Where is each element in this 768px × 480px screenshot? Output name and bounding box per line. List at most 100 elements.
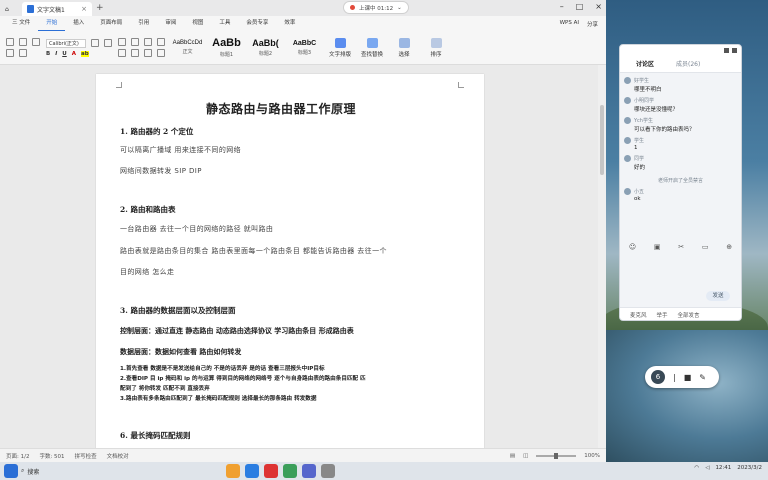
clock-time[interactable]: 12:41	[715, 465, 731, 471]
floating-badge[interactable]: 6	[651, 370, 665, 384]
sender-name: 同学	[634, 156, 645, 162]
style-heading1[interactable]: AaBb 标题1	[210, 34, 243, 62]
clear-format-icon[interactable]	[19, 49, 27, 57]
browser-icon[interactable]	[245, 464, 259, 478]
chat-app-icon[interactable]	[283, 464, 297, 478]
stop-icon[interactable]: ■	[684, 373, 692, 382]
menu-references[interactable]: 引用	[130, 16, 157, 31]
font-group: Calibri(正文) B I U A ab	[46, 38, 112, 57]
zoom-level[interactable]: 100%	[584, 453, 600, 459]
new-tab-icon[interactable]: +	[96, 3, 104, 13]
document-tab[interactable]: 文字文稿1 ×	[22, 2, 92, 16]
volume-icon[interactable]: ◁	[705, 465, 709, 471]
paragraph-group	[118, 38, 165, 57]
minimize-icon[interactable]: –	[560, 2, 564, 11]
wifi-icon[interactable]: ◠	[694, 465, 699, 471]
cursor-icon[interactable]: |	[673, 373, 676, 382]
maximize-icon[interactable]: □	[576, 2, 584, 11]
wps-icon[interactable]	[264, 464, 278, 478]
bold-icon[interactable]: B	[46, 51, 50, 57]
window-controls: – □ ×	[560, 2, 602, 11]
style-normal[interactable]: AaBbCcDd 正文	[171, 34, 204, 62]
line-spacing-icon[interactable]	[157, 49, 165, 57]
align-right-icon[interactable]	[144, 49, 152, 57]
outdent-icon[interactable]	[157, 38, 165, 46]
vertical-scrollbar[interactable]	[598, 65, 606, 448]
sort-button[interactable]: 排序	[423, 37, 449, 58]
file-explorer-icon[interactable]	[226, 464, 240, 478]
speak-all-button[interactable]: 全部发言	[678, 311, 700, 319]
panel-close-icon[interactable]	[732, 48, 737, 53]
grow-font-icon[interactable]	[104, 39, 112, 47]
numbered-list-icon[interactable]	[131, 38, 139, 46]
tab-members[interactable]: 成员(26)	[676, 59, 700, 68]
align-left-icon[interactable]	[118, 49, 126, 57]
bullet-list-icon[interactable]	[118, 38, 126, 46]
panel-pin-icon[interactable]	[724, 48, 729, 53]
menu-tools[interactable]: 工具	[211, 16, 238, 31]
chat-message: 小明同学 哪块还是没懂呢？	[620, 97, 741, 113]
scrollbar-thumb[interactable]	[600, 105, 604, 175]
screen-share-bar[interactable]: 上课中 01:12 ⌄	[343, 1, 409, 14]
highlight-icon[interactable]: ab	[80, 50, 89, 57]
find-replace-button[interactable]: 查找替换	[359, 37, 385, 58]
typesetting-button[interactable]: 文字排版	[327, 37, 353, 58]
spell-check-button[interactable]: 拼写检查	[75, 452, 97, 460]
proofread-button[interactable]: 文档校对	[107, 452, 129, 460]
tab-discussion[interactable]: 讨论区	[636, 59, 654, 68]
font-name-select[interactable]: Calibri(正文)	[46, 38, 86, 48]
zoom-slider[interactable]	[536, 452, 577, 459]
style-heading3[interactable]: AaBbC 标题3	[288, 34, 321, 62]
search-icon[interactable]: ⌕	[21, 467, 24, 475]
font-color-icon[interactable]: A	[72, 51, 76, 57]
meeting-app-icon[interactable]	[302, 464, 316, 478]
format-painter-icon[interactable]	[6, 38, 14, 46]
image-icon[interactable]: ▣	[654, 243, 661, 251]
menu-review[interactable]: 审阅	[157, 16, 184, 31]
view-mode-icon[interactable]: ▤	[510, 453, 515, 459]
settings-icon[interactable]	[321, 464, 335, 478]
menu-efficiency[interactable]: 效率	[276, 16, 303, 31]
underline-icon[interactable]: U	[62, 51, 66, 57]
menu-insert[interactable]: 插入	[65, 16, 92, 31]
style-heading2[interactable]: AaBb( 标题2	[249, 34, 282, 62]
indent-icon[interactable]	[144, 38, 152, 46]
italic-icon[interactable]: I	[55, 51, 57, 57]
taskbar-search-label[interactable]: 搜索	[27, 467, 39, 476]
avatar	[624, 117, 631, 124]
windows-start-icon[interactable]	[4, 464, 18, 478]
share-button[interactable]: 分享	[587, 20, 598, 28]
web-view-icon[interactable]: ◫	[523, 453, 528, 459]
font-size-icon[interactable]	[91, 39, 99, 47]
document-page[interactable]: 静态路由与路由器工作原理 1. 路由器的 2 个定位 可以隔离广播域 用来连接不…	[96, 74, 484, 454]
close-tab-icon[interactable]: ×	[81, 5, 87, 13]
paste-icon[interactable]	[32, 38, 40, 46]
close-icon[interactable]: ×	[595, 2, 602, 11]
emoji-icon[interactable]: ☺	[629, 243, 636, 251]
step-line: 配到了 将你转发 匹配不到 直接丢弃	[120, 386, 210, 392]
send-button[interactable]: 发送	[706, 291, 730, 301]
word-count[interactable]: 字数: 501	[39, 452, 64, 460]
page-indicator[interactable]: 页面: 1/2	[6, 452, 29, 460]
menu-view[interactable]: 视图	[184, 16, 211, 31]
wps-ai-button[interactable]: WPS AI	[560, 20, 579, 28]
menu-layout[interactable]: 页面布局	[92, 16, 130, 31]
menu-home[interactable]: 开始	[38, 16, 66, 31]
menu-file[interactable]: 三 文件	[4, 16, 38, 31]
raise-hand-button[interactable]: 举手	[657, 311, 668, 319]
menu-member[interactable]: 会员专享	[238, 16, 276, 31]
cut-icon[interactable]	[19, 38, 27, 46]
home-tab[interactable]: ⌂	[0, 2, 22, 16]
scissors-icon[interactable]: ✂	[678, 243, 684, 251]
microphone-button[interactable]: 麦克风	[630, 311, 647, 319]
more-icon[interactable]: ⊕	[726, 243, 732, 251]
file-icon[interactable]: ▭	[702, 243, 709, 251]
pen-icon[interactable]: ✎	[699, 373, 706, 382]
select-button[interactable]: 选择	[391, 37, 417, 58]
align-center-icon[interactable]	[131, 49, 139, 57]
chat-bottom-bar: 麦克风 举手 全部发言	[620, 307, 741, 320]
document-icon	[27, 5, 34, 13]
sort-label: 排序	[430, 51, 442, 58]
clock-date[interactable]: 2023/3/2	[737, 465, 762, 471]
copy-icon[interactable]	[6, 49, 14, 57]
